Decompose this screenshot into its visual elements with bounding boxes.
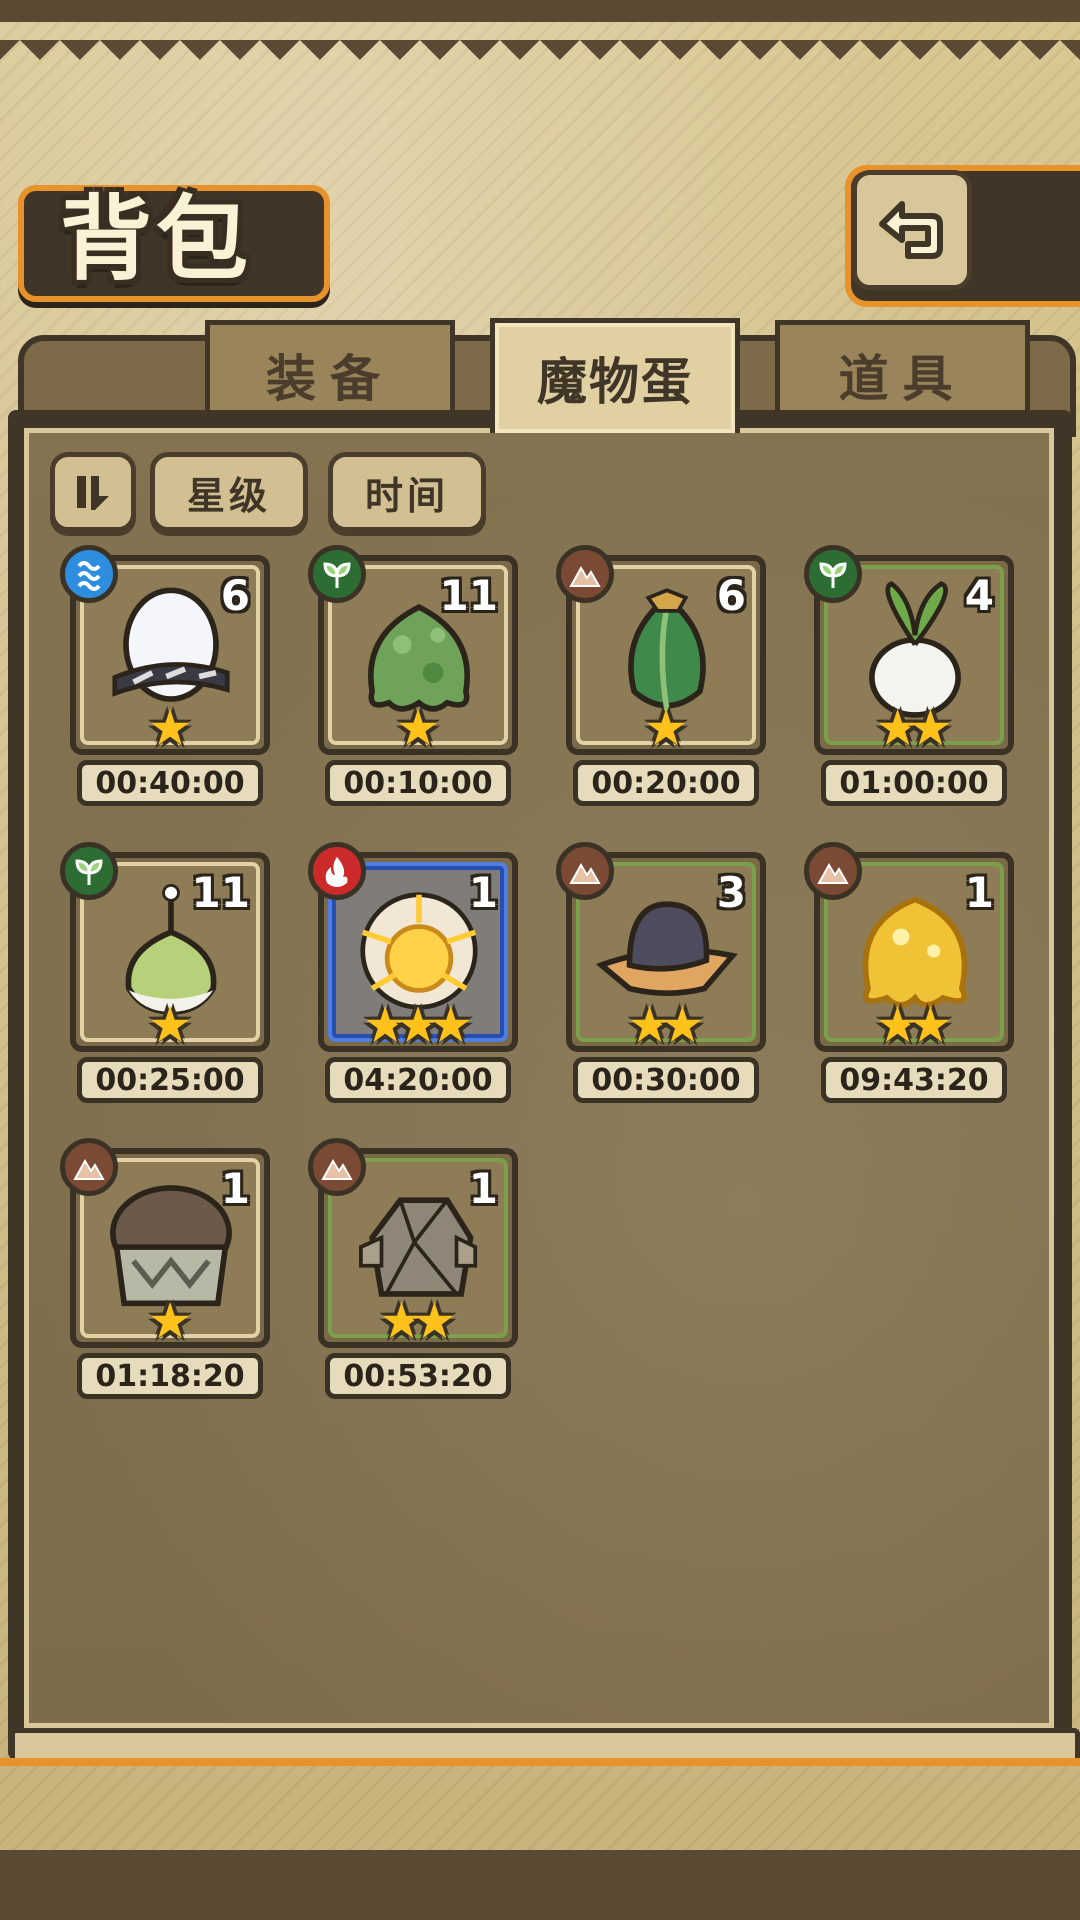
star-icon: ★: [660, 996, 705, 1054]
pause-sort-icon: [77, 476, 109, 510]
top-zigzag-border: [0, 0, 1080, 60]
star-icon: ★: [147, 1292, 193, 1350]
fire-element-icon: [308, 842, 366, 900]
hatch-timer: 04:20:00: [325, 1057, 511, 1103]
hatch-timer: 01:00:00: [821, 760, 1007, 806]
hatch-timer: 09:43:20: [821, 1057, 1007, 1103]
sort-by-stars-label: 星级: [186, 473, 271, 518]
star-rating: ★: [76, 1000, 264, 1050]
egg-count: 1: [964, 868, 994, 917]
earth-element-icon: [556, 842, 614, 900]
egg-count: 4: [964, 571, 994, 620]
plant-element-icon: [308, 545, 366, 603]
star-icon: ★: [147, 699, 193, 757]
sort-by-time-button[interactable]: 时间: [328, 452, 486, 532]
panel-bottom-accent: [0, 1758, 1080, 1766]
egg-count: 1: [468, 1164, 498, 1213]
hatch-timer: 00:20:00: [573, 760, 759, 806]
star-rating: ★: [76, 1296, 264, 1346]
star-icon: ★: [908, 996, 953, 1054]
page-title: 背包: [60, 185, 253, 293]
star-rating: ★ ★: [820, 1000, 1008, 1050]
water-element-icon: [60, 545, 118, 603]
egg-count: 3: [716, 868, 746, 917]
hatch-timer: 00:10:00: [325, 760, 511, 806]
star-rating: ★: [324, 703, 512, 753]
tab-items-label: 道具: [838, 350, 967, 408]
hatch-timer: 00:53:20: [325, 1353, 511, 1399]
sort-by-time-label: 时间: [364, 473, 449, 518]
star-icon: ★: [643, 699, 689, 757]
earth-element-icon: [60, 1138, 118, 1196]
earth-element-icon: [804, 842, 862, 900]
tab-monster-eggs-label: 魔物蛋: [537, 353, 693, 411]
earth-element-icon: [556, 545, 614, 603]
egg-count: 6: [220, 571, 250, 620]
hatch-timer: 00:25:00: [77, 1057, 263, 1103]
star-rating: ★ ★ ★: [324, 1000, 512, 1050]
egg-count: 6: [716, 571, 746, 620]
star-rating: ★ ★: [820, 703, 1008, 753]
plant-element-icon: [804, 545, 862, 603]
star-rating: ★ ★: [324, 1296, 512, 1346]
earth-element-icon: [308, 1138, 366, 1196]
bottom-zigzag-border: [0, 1830, 1080, 1920]
hatch-timer: 00:30:00: [573, 1057, 759, 1103]
tab-equipment-label: 装备: [266, 350, 394, 408]
star-icon: ★: [412, 1292, 457, 1350]
plant-element-icon: [60, 842, 118, 900]
star-icon: ★: [428, 996, 474, 1054]
egg-count: 11: [191, 868, 250, 917]
tab-monster-eggs[interactable]: 魔物蛋: [490, 318, 740, 433]
sort-order-toggle[interactable]: [50, 452, 136, 532]
star-rating: ★ ★: [572, 1000, 760, 1050]
star-icon: ★: [908, 699, 953, 757]
sort-by-stars-button[interactable]: 星级: [150, 452, 308, 532]
back-button[interactable]: [852, 170, 972, 290]
star-rating: ★: [76, 703, 264, 753]
star-icon: ★: [395, 699, 441, 757]
egg-count: 1: [220, 1164, 250, 1213]
hatch-timer: 00:40:00: [77, 760, 263, 806]
egg-count: 11: [439, 571, 498, 620]
star-rating: ★: [572, 703, 760, 753]
hatch-timer: 01:18:20: [77, 1353, 263, 1399]
star-icon: ★: [147, 996, 193, 1054]
return-arrow-icon: [879, 201, 943, 259]
egg-count: 1: [468, 868, 498, 917]
